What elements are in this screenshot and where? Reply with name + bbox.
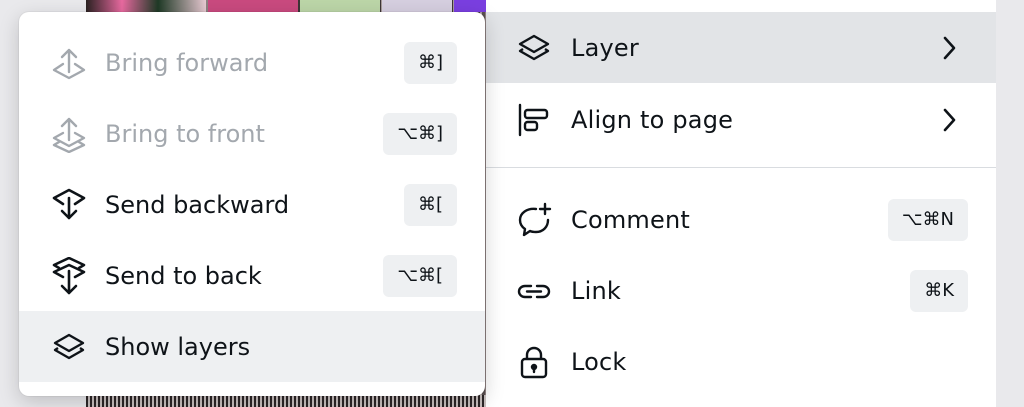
menu-item-show-layers[interactable]: Show layers: [19, 311, 485, 382]
menu-item-bring-to-front[interactable]: Bring to front ⌥⌘]: [19, 98, 485, 169]
keyboard-shortcut-badge: ⌘[: [403, 183, 457, 226]
canvas-element-thumbnail: [382, 0, 452, 12]
chevron-right-icon: [938, 33, 960, 63]
menu-item-label: Layer: [571, 33, 639, 62]
menu-item-send-backward[interactable]: Send backward ⌘[: [19, 169, 485, 240]
menu-item-label: Align to page: [571, 105, 734, 134]
menu-item-label: Link: [571, 276, 621, 305]
keyboard-shortcut-badge: ⌥⌘]: [383, 112, 457, 155]
context-menu-top-edge: [486, 0, 996, 12]
canvas-element-thumbnail: [454, 0, 486, 12]
chevron-right-icon: [938, 105, 960, 135]
bring-to-front-icon: [50, 115, 88, 153]
layers-icon: [50, 328, 88, 366]
menu-item-lock[interactable]: Lock: [486, 326, 996, 397]
bring-forward-icon: [50, 44, 88, 82]
layers-icon: [516, 30, 552, 66]
menu-divider: [486, 167, 996, 168]
menu-item-comment[interactable]: Comment ⌥⌘N: [486, 184, 996, 255]
keyboard-shortcut-badge: ⌥⌘N: [887, 198, 968, 241]
link-icon: [516, 273, 552, 309]
menu-item-layer[interactable]: Layer: [486, 12, 996, 83]
menu-item-label: Lock: [571, 347, 627, 376]
send-backward-icon: [50, 186, 88, 224]
canvas-element-thumbnail: [86, 0, 206, 12]
context-menu: Layer Align to page Comment ⌥⌘N Link ⌘K …: [486, 0, 996, 407]
canvas-element-thumbnail: [208, 0, 298, 12]
layer-submenu: Bring forward ⌘] Bring to front ⌥⌘] Send…: [19, 12, 485, 396]
send-to-back-icon: [50, 256, 88, 295]
keyboard-shortcut-badge: ⌘K: [910, 269, 968, 312]
menu-item-align-to-page[interactable]: Align to page: [486, 84, 996, 155]
menu-item-link[interactable]: Link ⌘K: [486, 255, 996, 326]
menu-item-label: Bring to front: [105, 119, 265, 148]
menu-item-send-to-back[interactable]: Send to back ⌥⌘[: [19, 240, 485, 311]
canvas-element-thumbnail: [300, 0, 380, 12]
menu-item-label: Send to back: [105, 261, 262, 290]
keyboard-shortcut-badge: ⌘]: [403, 41, 457, 84]
menu-item-label: Show layers: [105, 332, 251, 361]
lock-icon: [516, 344, 552, 380]
menu-item-bring-forward[interactable]: Bring forward ⌘]: [19, 27, 485, 98]
menu-item-label: Bring forward: [105, 48, 269, 77]
align-left-icon: [516, 102, 552, 138]
keyboard-shortcut-badge: ⌥⌘[: [383, 254, 457, 297]
menu-item-label: Send backward: [105, 190, 290, 219]
canvas-element-pattern: [86, 395, 486, 407]
menu-item-label: Comment: [571, 205, 690, 234]
comment-add-icon: [516, 202, 552, 238]
